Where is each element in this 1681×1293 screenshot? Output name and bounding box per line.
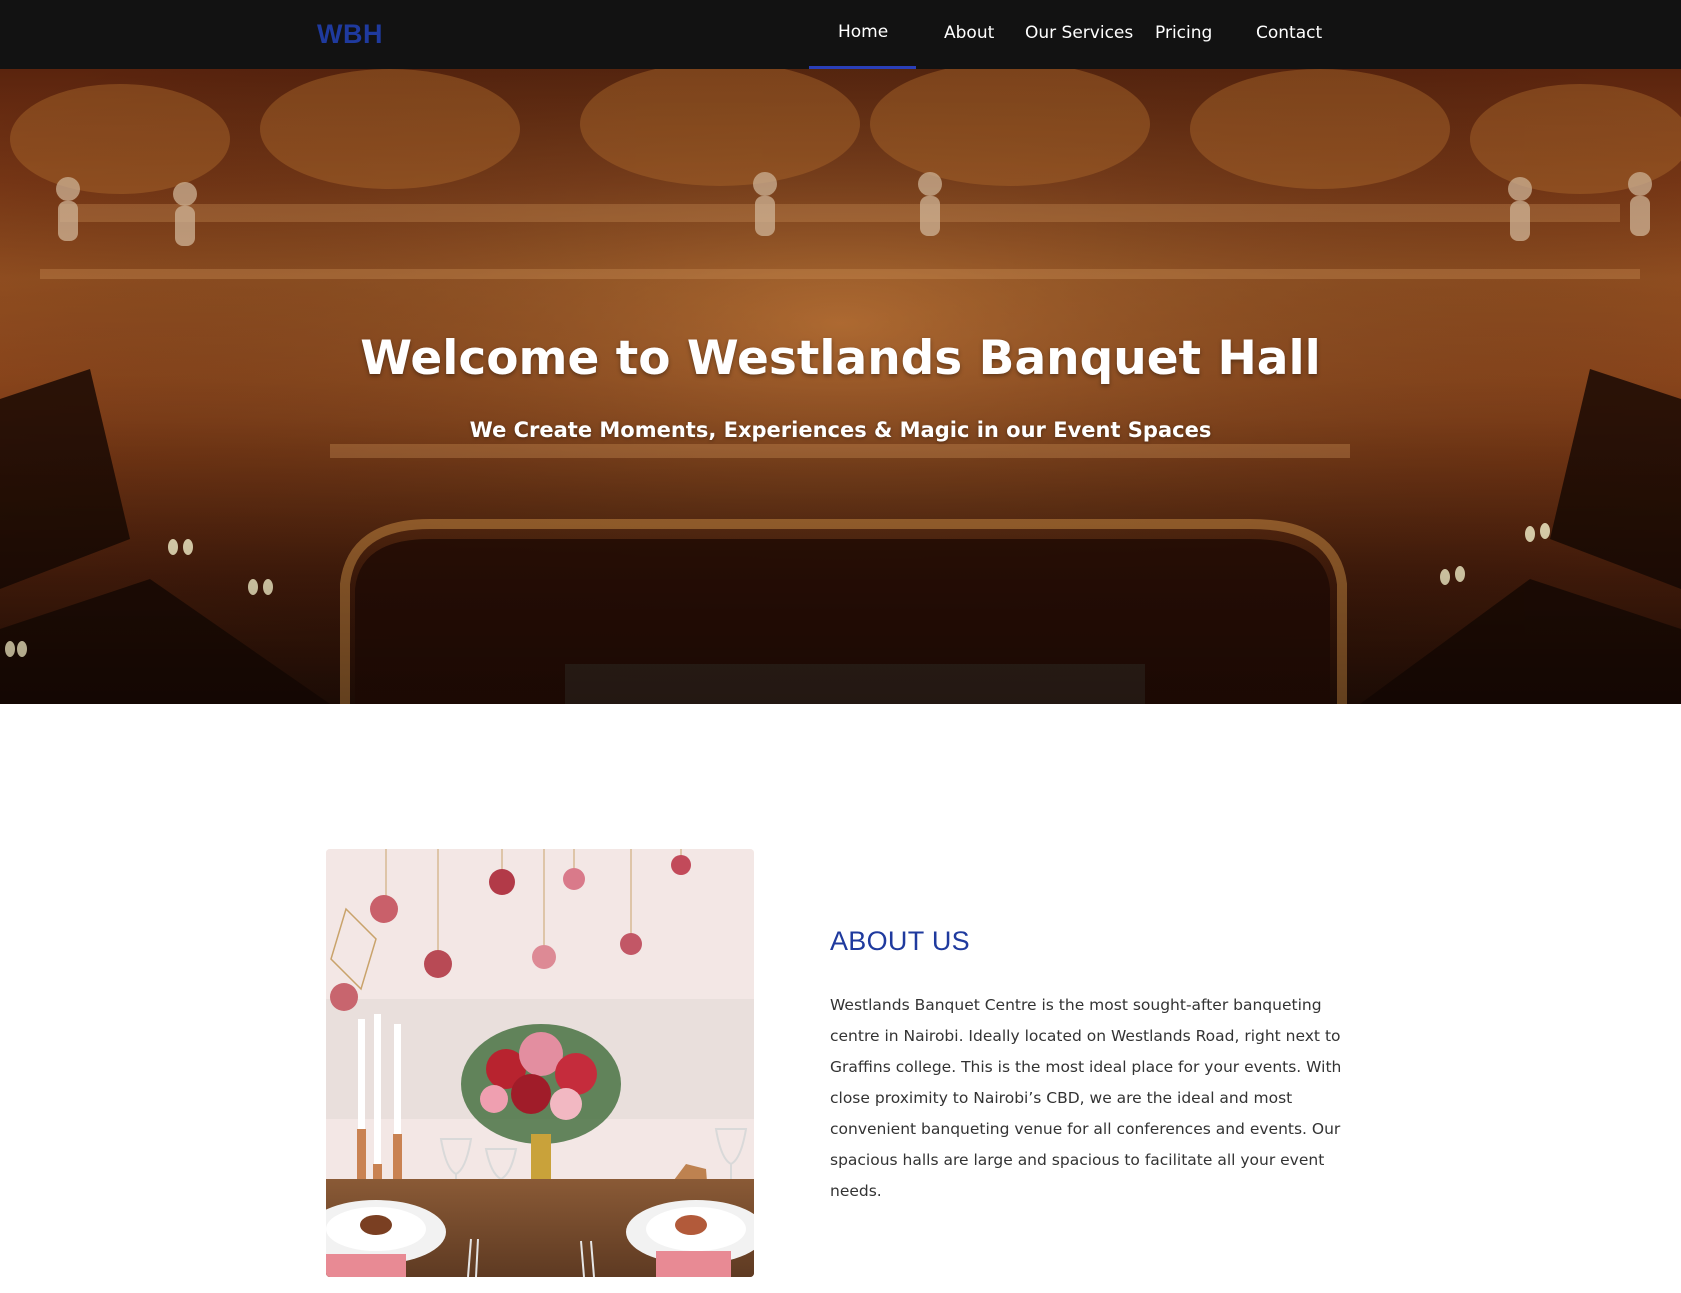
- nav-home[interactable]: Home: [838, 22, 888, 42]
- nav-our-services[interactable]: Our Services: [1025, 23, 1133, 43]
- hero-title: Welcome to Westlands Banquet Hall: [360, 331, 1321, 386]
- about-table-setting-image: [326, 849, 754, 1277]
- hero-banner: Welcome to Westlands Banquet Hall We Cre…: [0, 69, 1681, 704]
- top-navbar: WBH Home About Our Services Pricing Cont…: [0, 0, 1681, 69]
- hero-background-image: [0, 69, 1681, 704]
- nav-contact[interactable]: Contact: [1256, 23, 1322, 43]
- nav-pricing[interactable]: Pricing: [1155, 23, 1212, 43]
- hero-subtitle: We Create Moments, Experiences & Magic i…: [469, 418, 1212, 442]
- brand-logo[interactable]: WBH: [317, 19, 383, 50]
- nav-about[interactable]: About: [944, 23, 994, 43]
- about-description: Westlands Banquet Centre is the most sou…: [830, 996, 1342, 1200]
- about-heading: ABOUT US: [830, 926, 970, 956]
